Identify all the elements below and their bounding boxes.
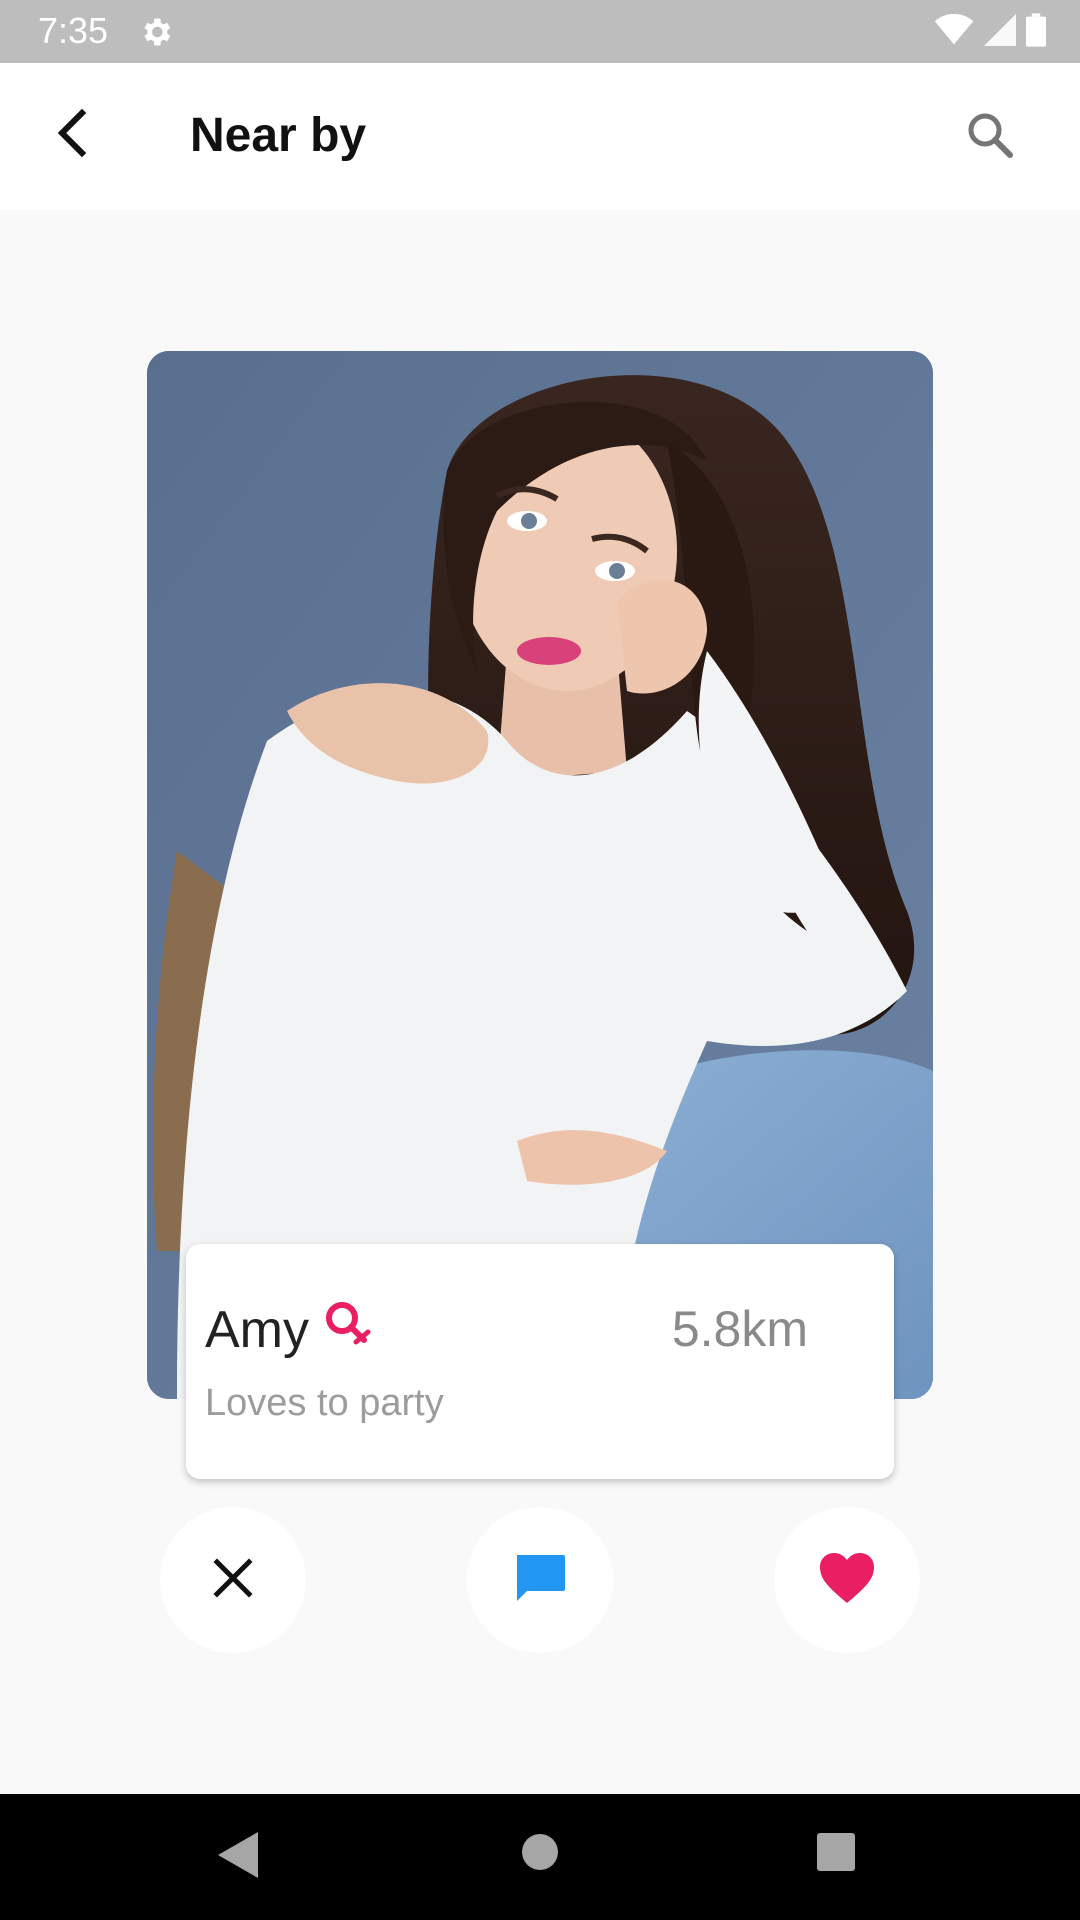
like-button[interactable]	[774, 1507, 920, 1653]
search-icon[interactable]	[960, 105, 1020, 165]
page-title: Near by	[190, 109, 367, 162]
distance-label: 5.8km	[671, 1301, 808, 1357]
nav-back-icon[interactable]	[216, 1830, 260, 1885]
signal-icon	[984, 13, 1016, 51]
profile-name: Amy	[205, 1301, 309, 1359]
heart-icon	[818, 1551, 876, 1610]
status-bar: 7:35	[0, 0, 1080, 63]
battery-icon	[1026, 12, 1046, 52]
app-bar: Near by	[0, 63, 1080, 210]
nav-home-icon[interactable]	[520, 1832, 560, 1877]
close-icon	[211, 1556, 255, 1605]
chat-icon	[511, 1549, 569, 1612]
navigation-bar	[0, 1794, 1080, 1920]
chevron-left-icon[interactable]	[44, 103, 104, 163]
profile-info-card[interactable]: Amy 5.8km Loves to party	[186, 1244, 894, 1479]
nav-recents-icon[interactable]	[816, 1832, 856, 1877]
status-time: 7:35	[38, 10, 109, 51]
dislike-button[interactable]	[160, 1507, 306, 1653]
wifi-icon	[934, 13, 974, 51]
female-gender-icon	[320, 1298, 374, 1352]
profile-photo[interactable]	[147, 351, 933, 1399]
chat-button[interactable]	[467, 1507, 613, 1653]
status-icons	[934, 12, 1046, 52]
gear-icon	[138, 14, 174, 50]
profile-tagline: Loves to party	[205, 1382, 444, 1424]
profile-photo-image	[147, 351, 933, 1399]
